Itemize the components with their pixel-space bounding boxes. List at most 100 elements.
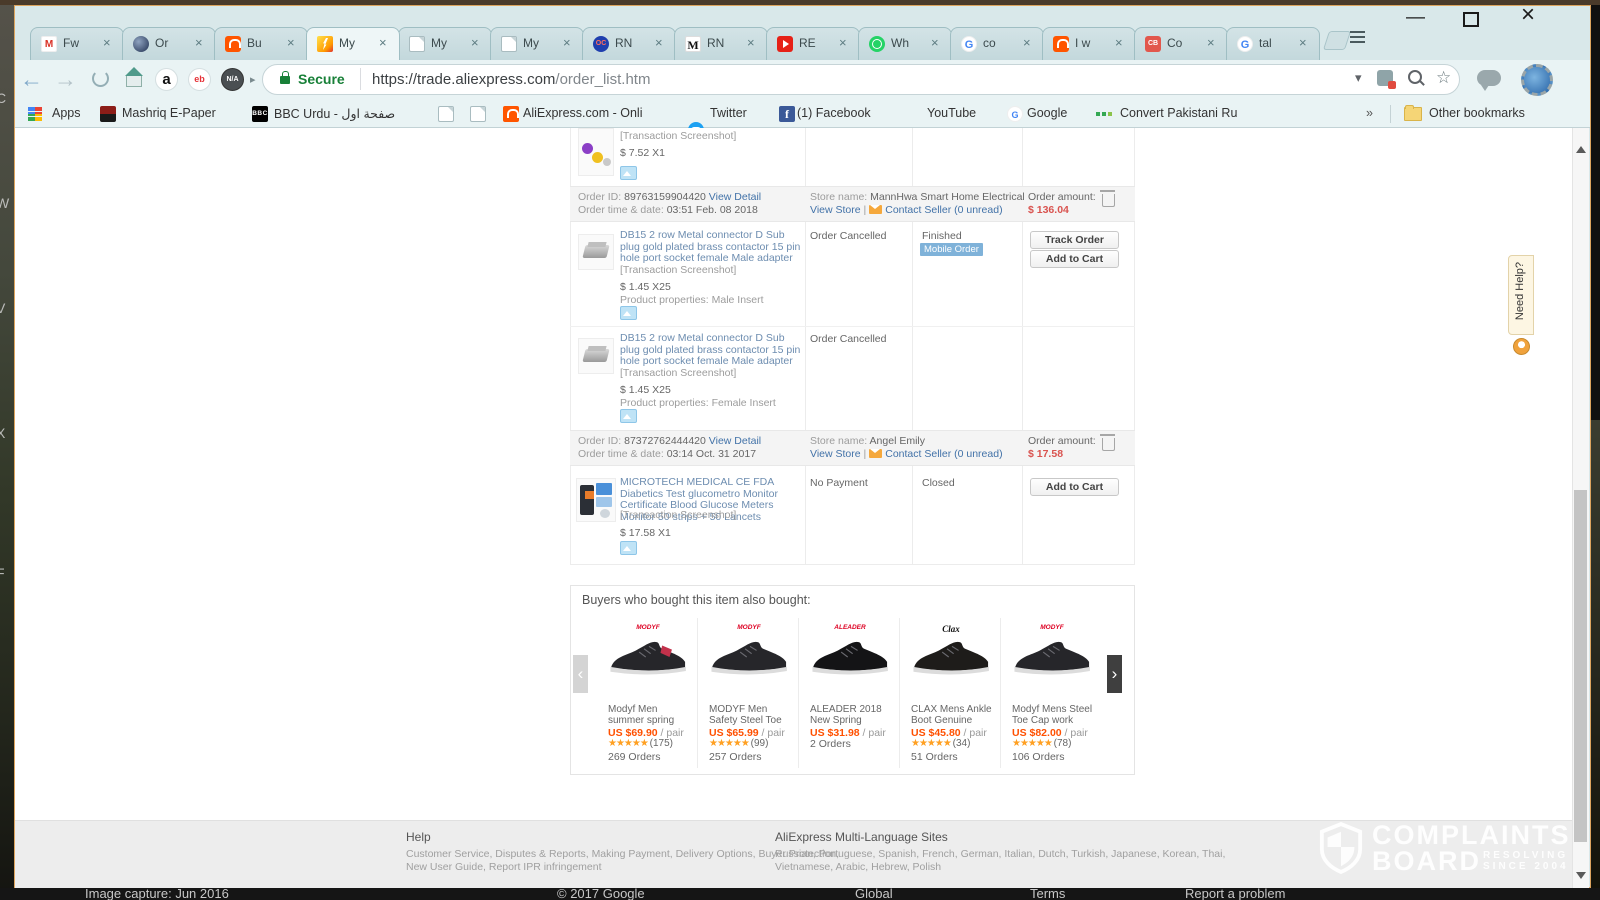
close-tab-icon[interactable]: × xyxy=(1115,35,1123,50)
product-title-link[interactable]: ALEADER 2018 New Spring Men&#39;s ... xyxy=(810,704,894,726)
close-tab-icon[interactable]: × xyxy=(747,35,755,50)
contact-seller-link[interactable]: Contact Seller (0 unread) xyxy=(885,204,1002,216)
zoom-search-icon[interactable] xyxy=(1408,70,1422,84)
tab-my-doc2[interactable]: My × xyxy=(490,27,584,60)
other-bookmarks[interactable]: Other bookmarks xyxy=(1429,106,1525,120)
close-tab-icon[interactable]: × xyxy=(1207,35,1215,50)
chat-bubble-icon[interactable] xyxy=(1477,70,1501,86)
screenshot-image-icon[interactable] xyxy=(620,166,637,180)
bookmark-bbc-urdu[interactable]: BBC Urdu - صفحة اول xyxy=(274,106,395,121)
footer-lang-links[interactable]: Vietnamese, Arabic, Hebrew, Polish xyxy=(775,861,941,874)
product-thumbnail[interactable] xyxy=(578,338,614,374)
delete-order-icon[interactable] xyxy=(1102,194,1115,207)
tab-my-doc[interactable]: My × xyxy=(398,27,492,60)
chevron-right-icon[interactable]: ▸ xyxy=(250,73,256,86)
tab-or[interactable]: Or × xyxy=(122,27,216,60)
document-bookmark-icon[interactable] xyxy=(470,106,486,122)
home-button[interactable] xyxy=(126,69,144,87)
view-store-link[interactable]: View Store xyxy=(810,204,861,216)
tab-rn-m[interactable]: M RN × xyxy=(674,27,768,60)
footer-lang-links[interactable]: Russian, Portuguese, Spanish, French, Ge… xyxy=(775,848,1225,861)
tab-aliexpress-bu[interactable]: Bu × xyxy=(214,27,308,60)
terms-link[interactable]: Terms xyxy=(1030,886,1065,900)
amazon-bookmark-icon[interactable]: a xyxy=(155,68,178,91)
close-tab-icon[interactable]: × xyxy=(195,35,203,50)
recommended-product-card[interactable]: MODYF MODYF Men Safety Steel Toe Work Sh… xyxy=(701,618,797,770)
forward-button[interactable]: → xyxy=(54,67,77,91)
close-tab-icon[interactable]: × xyxy=(563,35,571,50)
global-link[interactable]: Global xyxy=(855,886,893,900)
minimize-button[interactable]: — xyxy=(1406,7,1425,29)
recommended-product-card[interactable]: MODYF Modyf Mens Steel Toe Cap work Safe… xyxy=(1004,618,1100,770)
close-window-button[interactable]: × xyxy=(1521,4,1535,26)
product-title-link[interactable]: DB15 2 row Metal connector D Sub plug go… xyxy=(620,230,806,265)
product-thumbnail[interactable] xyxy=(578,234,614,270)
track-order-button[interactable]: Track Order xyxy=(1030,231,1119,249)
maximize-button[interactable] xyxy=(1463,12,1479,27)
na-badge-icon[interactable]: N/A xyxy=(221,68,244,91)
bookmarks-overflow-chevron[interactable]: » xyxy=(1366,106,1373,120)
carousel-next-button[interactable]: › xyxy=(1107,655,1122,693)
product-thumbnail[interactable] xyxy=(576,478,616,522)
close-tab-icon[interactable]: × xyxy=(839,35,847,50)
tab-whatsapp[interactable]: Wh × xyxy=(858,27,952,60)
close-tab-icon[interactable]: × xyxy=(1023,35,1031,50)
apps-grid-icon[interactable] xyxy=(28,107,42,121)
recommended-product-card[interactable]: Clax CLAX Mens Ankle Boot Genuine Leath.… xyxy=(903,618,999,770)
scrollbar-down-arrow[interactable] xyxy=(1576,872,1586,879)
bookmark-apps[interactable]: Apps xyxy=(52,106,81,120)
view-detail-link[interactable]: View Detail xyxy=(709,435,761,447)
close-tab-icon[interactable]: × xyxy=(379,35,387,50)
close-tab-icon[interactable]: × xyxy=(103,35,111,50)
need-help-tab[interactable]: Need Help? xyxy=(1508,255,1534,335)
bookmark-convert-rupees[interactable]: Convert Pakistani Ru xyxy=(1120,106,1262,120)
recommended-product-card[interactable]: MODYF Modyf Men summer spring steel toe … xyxy=(600,618,696,770)
scrollbar-up-arrow[interactable] xyxy=(1576,146,1586,153)
view-store-link[interactable]: View Store xyxy=(810,448,861,460)
bookmark-mashriq[interactable]: Mashriq E-Paper xyxy=(122,106,216,120)
close-tab-icon[interactable]: × xyxy=(471,35,479,50)
add-to-cart-button[interactable]: Add to Cart xyxy=(1030,250,1119,268)
delete-order-icon[interactable] xyxy=(1102,438,1115,451)
tab-google-tal[interactable]: G tal × xyxy=(1226,27,1320,60)
tab-google-co[interactable]: G co × xyxy=(950,27,1044,60)
view-detail-link[interactable]: View Detail xyxy=(709,191,761,203)
product-title-link[interactable]: Modyf Men summer spring steel toe ... xyxy=(608,704,692,726)
ebay-bookmark-icon[interactable]: eb xyxy=(188,68,211,91)
settings-globe-icon[interactable] xyxy=(1521,64,1553,96)
tab-list-icon[interactable] xyxy=(1350,31,1365,45)
product-title-link[interactable]: Modyf Mens Steel Toe Cap work Safe... xyxy=(1012,704,1096,726)
product-thumbnail[interactable] xyxy=(578,128,614,176)
report-problem-link[interactable]: Report a problem xyxy=(1185,886,1285,900)
screenshot-image-icon[interactable] xyxy=(620,306,637,320)
reload-button[interactable] xyxy=(92,70,109,87)
tab-aliexpress-iw[interactable]: I w × xyxy=(1042,27,1136,60)
close-tab-icon[interactable]: × xyxy=(931,35,939,50)
bookmark-google[interactable]: Google xyxy=(1027,106,1067,120)
bookmark-star-icon[interactable]: ☆ xyxy=(1436,68,1451,88)
recommended-product-card[interactable]: ALEADER ALEADER 2018 New Spring Men&#39;… xyxy=(802,618,898,770)
tab-my-orders-active[interactable]: My × xyxy=(306,27,400,60)
screenshot-image-icon[interactable] xyxy=(620,541,637,555)
scrollbar-thumb[interactable] xyxy=(1574,490,1587,842)
bookmark-facebook[interactable]: (1) Facebook xyxy=(797,106,871,120)
screenshot-image-icon[interactable] xyxy=(620,409,637,423)
tab-gmail[interactable]: M Fw × xyxy=(30,27,124,60)
product-title-link[interactable]: CLAX Mens Ankle Boot Genuine Leath... xyxy=(911,704,995,726)
carousel-prev-button[interactable]: ‹ xyxy=(573,655,588,693)
add-to-cart-button[interactable]: Add to Cart xyxy=(1030,478,1119,496)
close-tab-icon[interactable]: × xyxy=(1299,35,1307,50)
tab-complaintsboard[interactable]: CB Co × xyxy=(1134,27,1228,60)
bookmark-aliexpress[interactable]: AliExpress.com - Onli xyxy=(523,106,663,120)
back-button[interactable]: ← xyxy=(20,67,43,91)
bookmark-twitter[interactable]: Twitter xyxy=(710,106,747,120)
url-dropdown-caret-icon[interactable]: ▾ xyxy=(1355,70,1362,86)
close-tab-icon[interactable]: × xyxy=(287,35,295,50)
product-title-link[interactable]: DB15 2 row Metal connector D Sub plug go… xyxy=(620,333,806,368)
translate-icon[interactable] xyxy=(1377,70,1393,86)
bookmark-youtube[interactable]: YouTube xyxy=(927,106,976,120)
url-text[interactable]: https://trade.aliexpress.com/order_list.… xyxy=(372,71,650,88)
contact-seller-link[interactable]: Contact Seller (0 unread) xyxy=(885,448,1002,460)
footer-help-links[interactable]: New User Guide, Report IPR infringement xyxy=(406,861,602,874)
document-bookmark-icon[interactable] xyxy=(438,106,454,122)
